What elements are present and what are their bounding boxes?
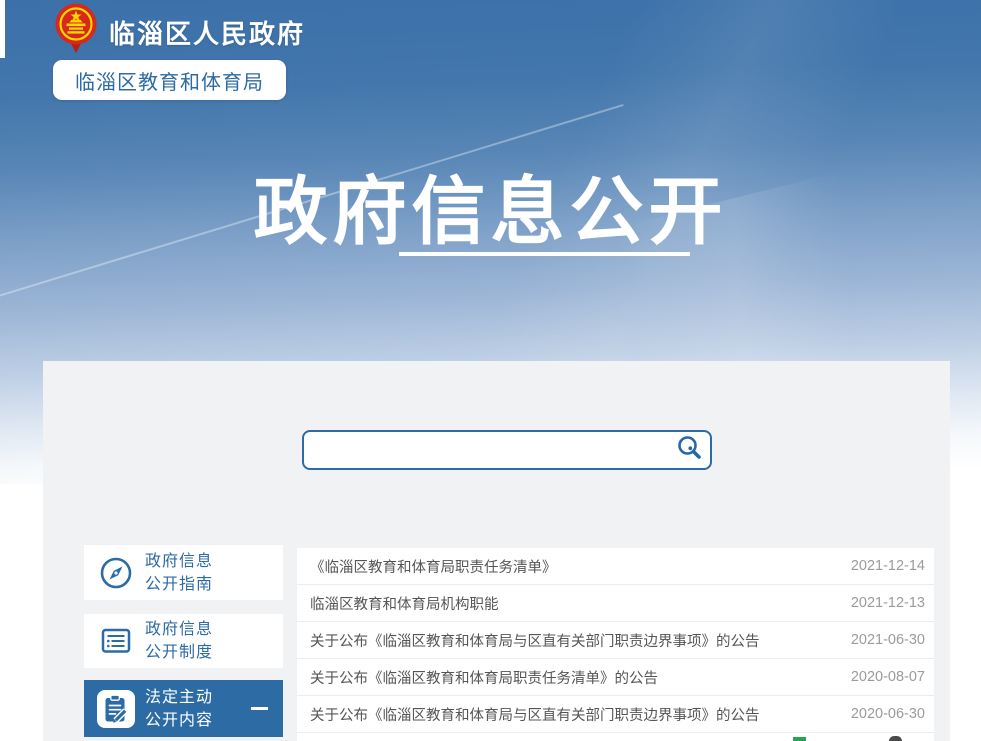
department-tab-label: 临淄区教育和体育局 <box>75 66 264 95</box>
sidebar-item-gov-info-guide[interactable]: 政府信息 公开指南 <box>84 545 283 600</box>
page: 临淄区人民政府 临淄区教育和体育局 政府信息公开 <box>0 0 981 741</box>
site-name: 临淄区人民政府 <box>109 14 305 51</box>
article-date: 2020-08-07 <box>851 669 925 685</box>
article-row[interactable]: 关于公布《临淄区教育和体育局职责任务清单》的公告 2020-08-07 <box>297 659 934 696</box>
sidebar-item-label: 法定主动 公开内容 <box>145 686 213 732</box>
clipboard-pencil-icon <box>96 690 136 728</box>
article-title[interactable]: 关于公布《临淄区教育和体育局与区直有关部门职责边界事项》的公告 <box>310 630 760 651</box>
minus-icon[interactable] <box>251 707 268 710</box>
article-title[interactable]: 关于公布《临淄区教育和体育局职责任务清单》的公告 <box>310 667 658 688</box>
article-date: 2021-12-13 <box>851 595 925 611</box>
article-date: 2021-06-30 <box>851 632 925 648</box>
sidebar-item-gov-info-system[interactable]: 政府信息 公开制度 <box>84 614 283 668</box>
site-brand[interactable]: 临淄区人民政府 <box>52 2 305 59</box>
sidebar-item-label-line1: 政府信息 <box>145 618 213 641</box>
search-box <box>302 430 712 470</box>
search-input[interactable] <box>304 432 668 468</box>
article-row[interactable]: 关于公布《临淄区教育和体育局与区直有关部门职责边界事项》的公告 2021-06-… <box>297 622 934 659</box>
sidebar-item-label-line2: 公开制度 <box>145 641 213 664</box>
sidebar-item-label: 政府信息 公开制度 <box>145 618 213 664</box>
left-edge-strip <box>0 0 5 58</box>
sidebar-item-statutory-disclosure[interactable]: 法定主动 公开内容 <box>84 680 283 737</box>
search-button[interactable] <box>668 432 710 468</box>
sidebar-item-label-line2: 公开指南 <box>145 573 213 596</box>
content-panel: 政府信息 公开指南 政府信息 公开制度 <box>43 361 950 741</box>
title-underline <box>399 252 690 256</box>
article-date: 2020-06-30 <box>851 706 925 722</box>
article-title[interactable]: 关于公布《临淄区教育和体育局与区直有关部门职责边界事项》的公告 <box>310 704 760 725</box>
article-list: 《临淄区教育和体育局职责任务清单》 2021-12-14 临淄区教育和体育局机构… <box>297 548 934 741</box>
search-icon <box>676 434 703 466</box>
partial-green-widget-icon[interactable] <box>793 737 806 741</box>
ledger-icon <box>96 623 136 659</box>
sidebar-item-label: 政府信息 公开指南 <box>145 550 213 596</box>
article-row[interactable]: 《临淄区教育和体育局职责任务清单》 2021-12-14 <box>297 548 934 585</box>
article-row[interactable]: 临淄区教育和体育局机构职能 2021-12-13 <box>297 585 934 622</box>
article-row[interactable]: 关于公布《临淄区教育和体育局与区直有关部门职责边界事项》的公告 2020-06-… <box>297 696 934 733</box>
article-date: 2021-12-14 <box>851 558 925 574</box>
compass-icon <box>96 555 136 591</box>
article-title[interactable]: 《临淄区教育和体育局职责任务清单》 <box>310 556 557 577</box>
article-title[interactable]: 临淄区教育和体育局机构职能 <box>310 593 499 614</box>
department-tab[interactable]: 临淄区教育和体育局 <box>53 60 286 100</box>
national-emblem-icon <box>52 2 100 59</box>
sidebar-item-label-line2: 公开内容 <box>145 709 213 732</box>
sidebar-item-label-line1: 法定主动 <box>145 686 213 709</box>
sidebar-item-label-line1: 政府信息 <box>145 550 213 573</box>
partial-dark-widget-icon[interactable] <box>889 736 902 741</box>
page-title: 政府信息公开 <box>0 152 981 259</box>
